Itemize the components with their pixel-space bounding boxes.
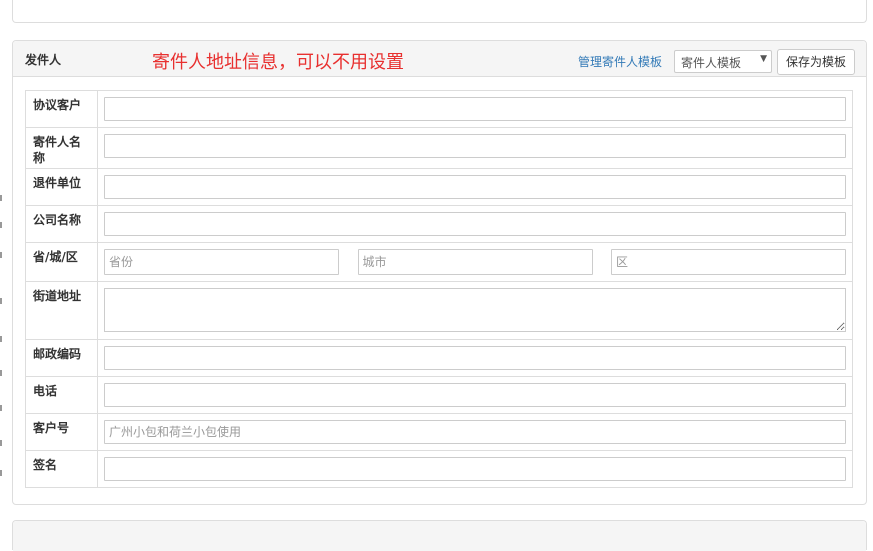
next-panel bbox=[12, 520, 867, 551]
region-inputs bbox=[104, 249, 846, 275]
table-row: 公司名称 bbox=[25, 205, 853, 243]
table-row: 省/城/区 bbox=[25, 242, 853, 282]
field-label-agreement-customer: 协议客户 bbox=[25, 90, 98, 128]
field-label-phone: 电话 bbox=[25, 376, 98, 414]
save-as-template-button[interactable]: 保存为模板 bbox=[777, 49, 855, 75]
table-row: 寄件人名称 bbox=[25, 127, 853, 169]
return-unit-input[interactable] bbox=[104, 175, 846, 199]
company-name-input[interactable] bbox=[104, 212, 846, 236]
table-row: 协议客户 bbox=[25, 90, 853, 128]
postal-code-input[interactable] bbox=[104, 346, 846, 370]
table-row: 电话 bbox=[25, 376, 853, 414]
field-label-customer-number: 客户号 bbox=[25, 413, 98, 451]
field-label-postal-code: 邮政编码 bbox=[25, 339, 98, 377]
agreement-customer-input[interactable] bbox=[104, 97, 846, 121]
sender-name-input[interactable] bbox=[104, 134, 846, 158]
field-label-region: 省/城/区 bbox=[25, 242, 98, 282]
field-label-return-unit: 退件单位 bbox=[25, 168, 98, 206]
sender-panel-heading: 发件人 寄件人地址信息，可以不用设置 管理寄件人模板 寄件人模板 ▼ 保存为模板 bbox=[13, 41, 866, 77]
field-label-sender-name: 寄件人名称 bbox=[25, 127, 98, 169]
province-input[interactable] bbox=[104, 249, 339, 275]
sender-panel: 发件人 寄件人地址信息，可以不用设置 管理寄件人模板 寄件人模板 ▼ 保存为模板… bbox=[12, 40, 867, 505]
panel-note: 寄件人地址信息，可以不用设置 bbox=[152, 52, 404, 73]
table-row: 退件单位 bbox=[25, 168, 853, 206]
next-panel-heading bbox=[13, 521, 866, 551]
district-input[interactable] bbox=[611, 249, 846, 275]
signature-input[interactable] bbox=[104, 457, 846, 481]
field-label-street-address: 街道地址 bbox=[25, 281, 98, 340]
table-row: 客户号 bbox=[25, 413, 853, 451]
sender-form-table: 协议客户 寄件人名称 退件单位 公司名称 省/城/区 省份 城市 区 街道地址 … bbox=[25, 90, 853, 488]
template-select-value: 寄件人模板 bbox=[681, 56, 742, 70]
field-label-company-name: 公司名称 bbox=[25, 205, 98, 243]
field-label-signature: 签名 bbox=[25, 450, 98, 488]
manage-sender-template-link[interactable]: 管理寄件人模板 bbox=[578, 53, 662, 70]
panel-title: 发件人 bbox=[25, 53, 62, 67]
previous-panel bbox=[12, 0, 867, 23]
city-input[interactable] bbox=[357, 249, 593, 275]
street-address-textarea[interactable] bbox=[104, 288, 846, 332]
phone-input[interactable] bbox=[104, 383, 846, 407]
customer-number-input[interactable] bbox=[104, 420, 846, 444]
table-row: 签名 bbox=[25, 450, 853, 488]
left-edge bbox=[0, 0, 3, 535]
chevron-down-icon: ▼ bbox=[760, 54, 767, 64]
table-row: 邮政编码 bbox=[25, 339, 853, 377]
table-row: 街道地址 bbox=[25, 281, 853, 340]
sender-template-select[interactable]: 寄件人模板 ▼ bbox=[674, 50, 772, 73]
